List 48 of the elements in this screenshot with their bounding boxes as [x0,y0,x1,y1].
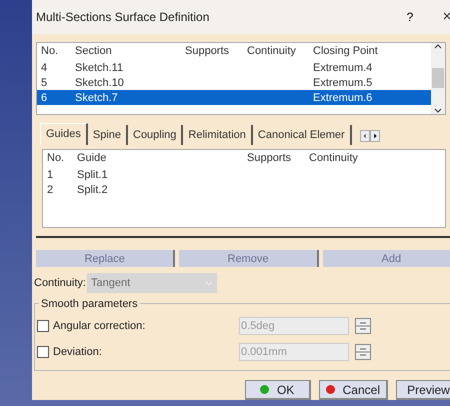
table-cell-text: 1 [46,168,54,184]
continuity-label: Continuity: [34,276,86,292]
scroll-thumb[interactable] [432,68,444,88]
table-cell-text: 6 [40,90,48,106]
table-cell-text: Sketch.11 [74,60,124,76]
dialog-button[interactable]: OK [244,380,311,400]
column-header[interactable]: Continuity [305,150,445,167]
spinner-icon[interactable] [355,344,371,360]
scroll-up-icon[interactable] [434,42,442,49]
parameter-label: Angular correction: [53,319,146,334]
checkbox[interactable] [37,320,49,332]
spinner-icon[interactable] [355,318,371,334]
section-row[interactable]: 5 Sketch.10 Extremum.5 [37,74,431,90]
table-cell-text: Sketch.10 [74,76,125,91]
tab-scroll-left-icon[interactable] [360,130,370,142]
column-header[interactable]: Supports [243,150,305,167]
checkbox[interactable] [37,346,49,358]
table-cell-text: Split.2 [76,183,109,198]
tab[interactable]: Guides [40,123,88,146]
table-cell-text: Extremum.4 [312,60,374,76]
table-cell-text: 4 [40,60,48,76]
column-header[interactable]: Continuity [243,42,309,60]
column-header[interactable]: No. [37,42,71,60]
window-title: Multi-Sections Surface Definition [36,8,210,26]
guide-row[interactable]: 2 Split.2 [43,182,445,198]
table-cell-text: Split.1 [76,168,109,184]
table-cell-text: 2 [46,183,54,198]
column-header[interactable]: No. [43,150,73,167]
table-cell-text: 5 [40,76,48,91]
close-button[interactable]: × [436,6,450,28]
column-header[interactable]: Guide [73,150,243,167]
help-button[interactable]: ? [400,8,420,26]
table-cell-text: Sketch.7 [74,90,119,106]
dialog-button[interactable]: Preview [396,380,450,400]
parameter-label: Deviation: [53,345,103,360]
column-header[interactable]: Closing Point [309,42,431,60]
section-row[interactable]: 6 Sketch.7 Extremum.6 [37,90,431,105]
scrollbar[interactable] [431,42,445,114]
dialog-button[interactable]: Cancel [318,380,388,400]
chevron-down-icon [204,280,213,286]
guide-row[interactable]: 1 Split.1 [43,167,445,182]
section-row[interactable]: 4 Sketch.11 Extremum.4 [37,60,431,75]
table-cell-text: Extremum.5 [312,76,374,91]
tab-scroll-right-icon[interactable] [370,130,380,142]
table-cell-text: Extremum.6 [312,90,374,106]
scroll-down-icon[interactable] [434,108,442,114]
column-header[interactable]: Supports [181,42,243,60]
column-header[interactable]: Section [71,42,181,60]
